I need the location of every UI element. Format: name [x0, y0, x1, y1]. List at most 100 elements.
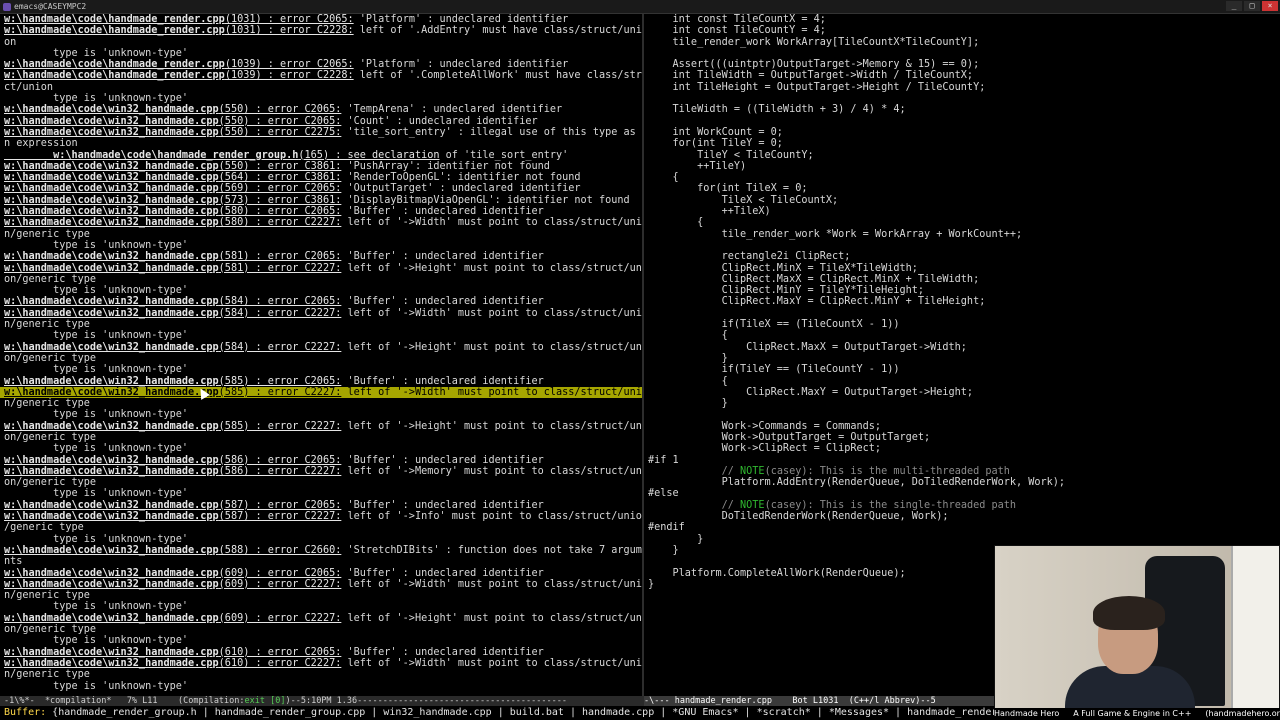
error-line[interactable]: w:\handmade\code\win32_handmade.cpp(610)… — [0, 647, 642, 658]
code-line[interactable]: #if 1 — [644, 455, 1280, 466]
code-line[interactable]: Assert(((uintptr)OutputTarget->Memory & … — [644, 59, 1280, 70]
error-line[interactable]: w:\handmade\code\win32_handmade.cpp(609)… — [0, 613, 642, 624]
error-location[interactable]: (581) : error C2065: — [219, 251, 342, 262]
error-line[interactable]: w:\handmade\code\win32_handmade.cpp(588)… — [0, 545, 642, 556]
error-file-link[interactable]: w:\handmade\code\win32_handmade.cpp — [4, 195, 219, 206]
buffer-list[interactable]: {handmade_render_group.h | handmade_rend… — [46, 707, 997, 718]
error-file-link[interactable]: w:\handmade\code\win32_handmade.cpp — [4, 116, 219, 127]
error-location[interactable]: (586) : error C2227: — [219, 466, 342, 477]
error-location[interactable]: (584) : error C2065: — [219, 296, 342, 307]
code-line[interactable]: for(int TileY = 0; — [644, 138, 1280, 149]
code-line[interactable]: { — [644, 330, 1280, 341]
error-file-link[interactable]: w:\handmade\code\win32_handmade.cpp — [4, 579, 219, 590]
error-location[interactable]: (585) : error C2065: — [219, 376, 342, 387]
error-line[interactable]: w:\handmade\code\win32_handmade.cpp(550)… — [0, 161, 642, 172]
code-line[interactable]: ClipRect.MaxY = ClipRect.MinY + TileHeig… — [644, 296, 1280, 307]
error-file-link[interactable]: w:\handmade\code\win32_handmade.cpp — [4, 263, 219, 274]
code-line[interactable]: int const TileCountX = 4; — [644, 14, 1280, 25]
error-location[interactable]: (580) : error C2227: — [219, 217, 342, 228]
error-line[interactable]: w:\handmade\code\win32_handmade.cpp(580)… — [0, 206, 642, 217]
error-line[interactable]: w:\handmade\code\win32_handmade.cpp(587)… — [0, 500, 642, 511]
code-line[interactable]: TileY < TileCountY; — [644, 150, 1280, 161]
error-file-link[interactable]: w:\handmade\code\win32_handmade.cpp — [4, 545, 219, 556]
error-line[interactable]: w:\handmade\code\win32_handmade.cpp(584)… — [0, 296, 642, 307]
error-file-link[interactable]: w:\handmade\code\win32_handmade.cpp — [4, 466, 219, 477]
error-file-link[interactable]: w:\handmade\code\win32_handmade.cpp — [4, 500, 219, 511]
error-file-link[interactable]: w:\handmade\code\handmade_render.cpp — [4, 59, 225, 70]
error-file-link[interactable]: w:\handmade\code\win32_handmade.cpp — [4, 376, 219, 387]
code-line[interactable]: Platform.AddEntry(RenderQueue, DoTiledRe… — [644, 477, 1280, 488]
error-file-link[interactable]: w:\handmade\code\win32_handmade.cpp — [4, 172, 219, 183]
code-line[interactable]: ++TileY) — [644, 161, 1280, 172]
error-file-link[interactable]: w:\handmade\code\win32_handmade.cpp — [4, 455, 219, 466]
error-line[interactable]: w:\handmade\code\win32_handmade.cpp(580)… — [0, 217, 642, 228]
error-file-link[interactable]: w:\handmade\code\win32_handmade.cpp — [4, 183, 219, 194]
error-location[interactable]: (587) : error C2065: — [219, 500, 342, 511]
error-line[interactable]: w:\handmade\code\win32_handmade.cpp(584)… — [0, 308, 642, 319]
error-location[interactable]: (1031) : error C2228: — [225, 25, 354, 36]
code-line[interactable]: { — [644, 217, 1280, 228]
error-file-link[interactable]: w:\handmade\code\win32_handmade.cpp — [4, 342, 219, 353]
code-line[interactable]: ++TileX) — [644, 206, 1280, 217]
error-line[interactable]: w:\handmade\code\win32_handmade.cpp(573)… — [0, 195, 642, 206]
error-line[interactable]: w:\handmade\code\win32_handmade.cpp(586)… — [0, 455, 642, 466]
error-location[interactable]: (569) : error C2065: — [219, 183, 342, 194]
error-location[interactable]: (586) : error C2065: — [219, 455, 342, 466]
code-line[interactable]: int TileWidth = OutputTarget->Width / Ti… — [644, 70, 1280, 81]
error-location[interactable]: (550) : error C2065: — [219, 104, 342, 115]
code-line[interactable]: if(TileX == (TileCountX - 1)) — [644, 319, 1280, 330]
code-line[interactable]: tile_render_work *Work = WorkArray + Wor… — [644, 229, 1280, 240]
code-line[interactable]: // NOTE(casey): This is the multi-thread… — [644, 466, 1280, 477]
close-button[interactable]: × — [1262, 1, 1278, 11]
minimize-button[interactable]: _ — [1226, 1, 1242, 11]
error-file-link[interactable]: w:\handmade\code\handmade_render.cpp — [4, 14, 225, 25]
error-line[interactable]: w:\handmade\code\win32_handmade.cpp(550)… — [0, 127, 642, 138]
error-location[interactable]: (585) : error C2227: — [219, 421, 342, 432]
error-location[interactable]: (550) : error C2275: — [219, 127, 342, 138]
code-line[interactable]: ClipRect.MaxX = OutputTarget->Width; — [644, 342, 1280, 353]
error-location[interactable]: (573) : error C3861: — [219, 195, 342, 206]
error-location[interactable]: (584) : error C2227: — [219, 308, 342, 319]
error-file-link[interactable]: w:\handmade\code\handmade_render_group.h — [4, 150, 298, 161]
code-line[interactable]: rectangle2i ClipRect; — [644, 251, 1280, 262]
code-line[interactable]: Work->OutputTarget = OutputTarget; — [644, 432, 1280, 443]
code-line[interactable]: ClipRect.MaxY = OutputTarget->Height; — [644, 387, 1280, 398]
code-line[interactable]: ClipRect.MinY = TileY*TileHeight; — [644, 285, 1280, 296]
code-line[interactable]: { — [644, 172, 1280, 183]
error-location[interactable]: (1031) : error C2065: — [225, 14, 354, 25]
code-line[interactable]: TileX < TileCountX; — [644, 195, 1280, 206]
error-location[interactable]: (1039) : error C2065: — [225, 59, 354, 70]
code-line[interactable]: ClipRect.MinX = TileX*TileWidth; — [644, 263, 1280, 274]
error-file-link[interactable]: w:\handmade\code\win32_handmade.cpp — [4, 511, 219, 522]
error-location[interactable]: (165) : see declaration — [298, 150, 439, 161]
code-line[interactable]: for(int TileX = 0; — [644, 183, 1280, 194]
error-line[interactable]: w:\handmade\code\win32_handmade.cpp(609)… — [0, 568, 642, 579]
error-location[interactable]: (550) : error C2065: — [219, 116, 342, 127]
error-file-link[interactable]: w:\handmade\code\win32_handmade.cpp — [4, 217, 219, 228]
error-line[interactable]: w:\handmade\code\win32_handmade.cpp(564)… — [0, 172, 642, 183]
error-line[interactable]: w:\handmade\code\win32_handmade.cpp(585)… — [0, 421, 642, 432]
error-line[interactable]: w:\handmade\code\win32_handmade.cpp(584)… — [0, 342, 642, 353]
error-file-link[interactable]: w:\handmade\code\win32_handmade.cpp — [4, 568, 219, 579]
error-location[interactable]: (609) : error C2065: — [219, 568, 342, 579]
code-line[interactable]: int WorkCount = 0; — [644, 127, 1280, 138]
error-file-link[interactable]: w:\handmade\code\win32_handmade.cpp — [4, 308, 219, 319]
error-location[interactable]: (581) : error C2227: — [219, 263, 342, 274]
code-line[interactable]: tile_render_work WorkArray[TileCountX*Ti… — [644, 37, 1280, 48]
error-line[interactable]: w:\handmade\code\win32_handmade.cpp(586)… — [0, 466, 642, 477]
error-file-link[interactable]: w:\handmade\code\win32_handmade.cpp — [4, 104, 219, 115]
code-line[interactable] — [644, 116, 1280, 127]
error-location[interactable]: (587) : error C2227: — [219, 511, 342, 522]
error-line[interactable]: w:\handmade\code\win32_handmade.cpp(585)… — [0, 376, 642, 387]
error-location[interactable]: (610) : error C2227: — [219, 658, 342, 669]
error-line[interactable]: w:\handmade\code\handmade_render_group.h… — [0, 150, 642, 161]
error-line[interactable]: w:\handmade\code\handmade_render.cpp(103… — [0, 14, 642, 25]
error-file-link[interactable]: w:\handmade\code\win32_handmade.cpp — [4, 647, 219, 658]
code-line[interactable]: ClipRect.MaxX = ClipRect.MinX + TileWidt… — [644, 274, 1280, 285]
code-line[interactable] — [644, 93, 1280, 104]
code-line[interactable]: int const TileCountY = 4; — [644, 25, 1280, 36]
code-line[interactable]: DoTiledRenderWork(RenderQueue, Work); — [644, 511, 1280, 522]
error-location[interactable]: (585) : error C2227: — [219, 387, 342, 398]
error-file-link[interactable]: w:\handmade\code\win32_handmade.cpp — [4, 613, 219, 624]
error-file-link[interactable]: w:\handmade\code\win32_handmade.cpp — [4, 387, 219, 398]
